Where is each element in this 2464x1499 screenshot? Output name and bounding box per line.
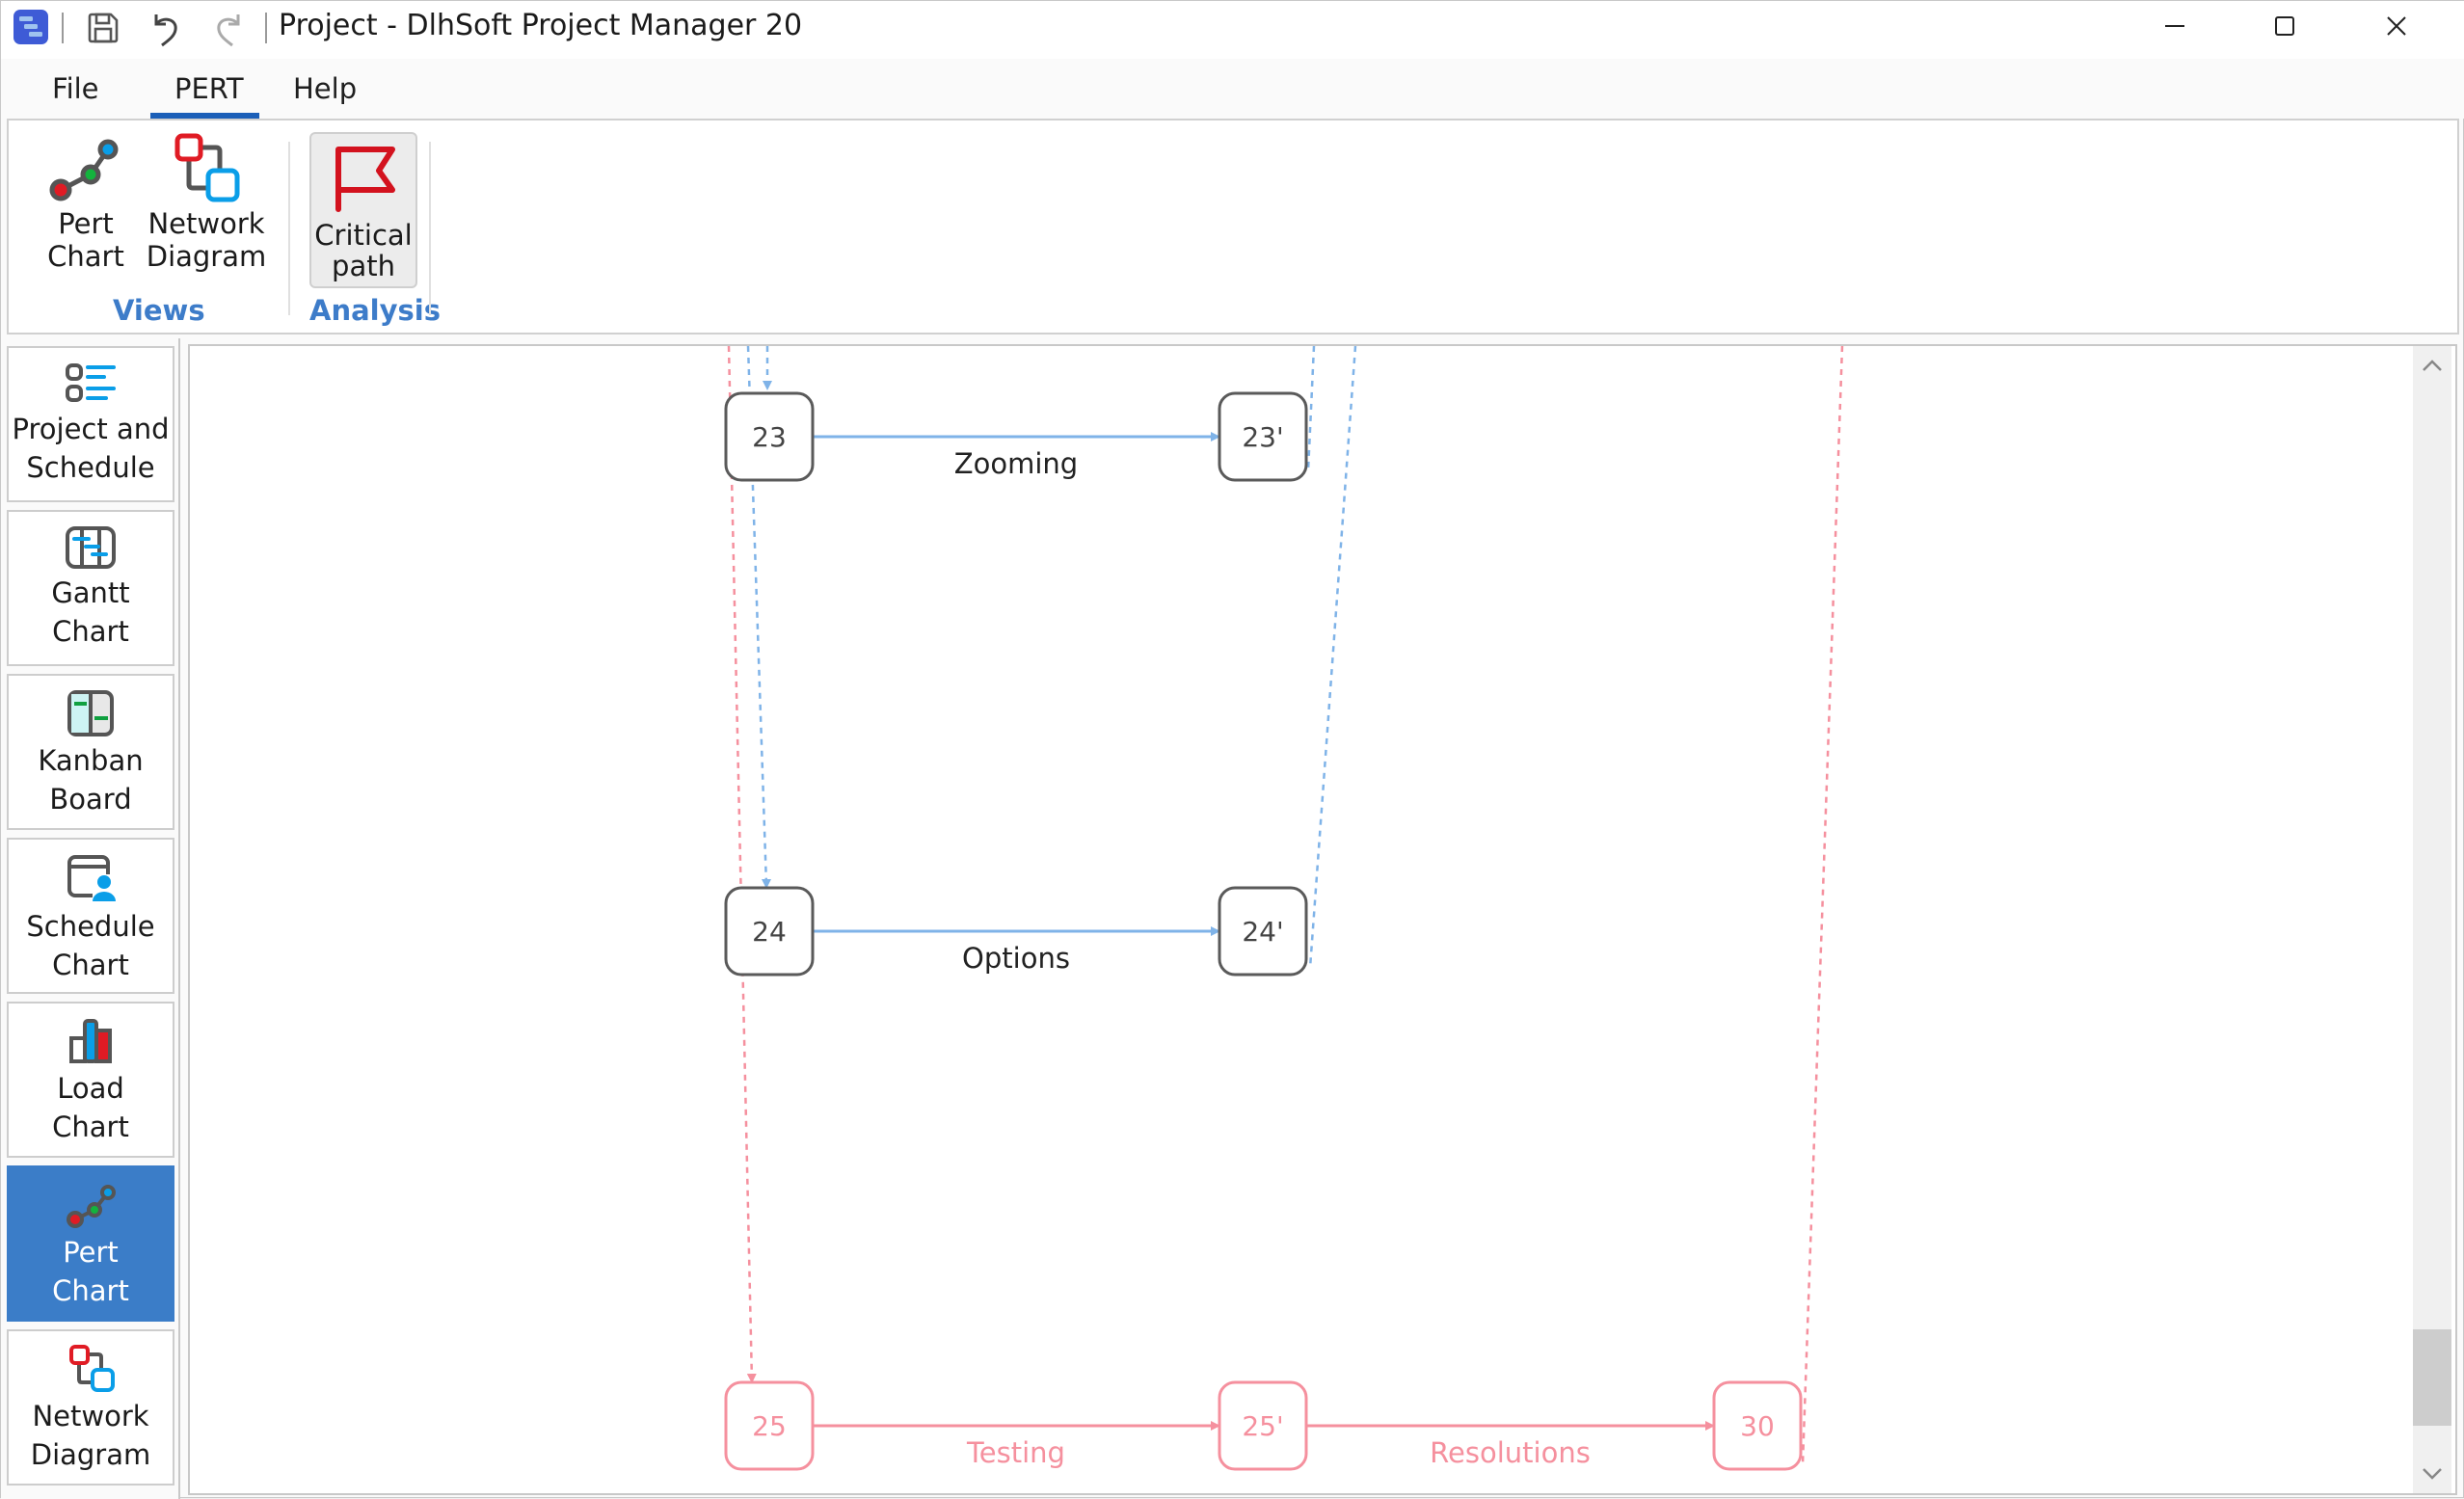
- ribbon-network-diagram-button[interactable]: Network Diagram: [144, 130, 269, 273]
- label: Schedule: [26, 451, 155, 484]
- gantt-chart-icon: [66, 526, 116, 569]
- close-button[interactable]: [2343, 1, 2450, 51]
- label: Diagram: [30, 1438, 151, 1471]
- chevron-down-icon: [2423, 1468, 2442, 1480]
- redo-icon[interactable]: [211, 11, 246, 51]
- group-label-views: Views: [113, 294, 205, 327]
- schedule-chart-icon: [67, 855, 116, 901]
- label: Pert: [63, 1236, 119, 1269]
- pert-chart-icon: [49, 139, 119, 201]
- tab-help[interactable]: Help: [293, 72, 357, 105]
- task-label: Resolutions: [1430, 1436, 1591, 1469]
- label: Load: [57, 1072, 124, 1105]
- pert-diagram: Zooming Options Testing Resolutions 23 23' 24…: [724, 346, 1844, 1471]
- label: Board: [49, 783, 132, 816]
- event-node[interactable]: 23: [724, 391, 815, 482]
- sidebar-item-pert-chart[interactable]: Pert Chart: [7, 1165, 174, 1322]
- event-node[interactable]: 30: [1712, 1380, 1803, 1471]
- pert-chart-canvas[interactable]: Zooming Options Testing Resolutions 23 23' 24…: [188, 344, 2457, 1495]
- maximize-button[interactable]: [2232, 1, 2338, 51]
- project-schedule-icon: [66, 363, 116, 402]
- event-node[interactable]: 24': [1218, 886, 1308, 977]
- scroll-down-button[interactable]: [2413, 1455, 2451, 1493]
- network-diagram-icon: [174, 133, 240, 202]
- dependency-link: [1801, 346, 1844, 1465]
- task-label: Options: [962, 942, 1070, 975]
- label: Chart: [52, 949, 129, 981]
- label: path: [332, 250, 395, 282]
- critical-path-toggle[interactable]: Critical path: [309, 132, 417, 288]
- scrollbar-thumb[interactable]: [2413, 1328, 2451, 1426]
- node-label: 25: [752, 1410, 787, 1442]
- maximize-icon: [2275, 16, 2294, 36]
- separator: [62, 13, 64, 43]
- tab-pert[interactable]: PERT: [174, 72, 244, 105]
- pert-chart-icon: [67, 1185, 116, 1228]
- label: Chart: [52, 1111, 129, 1143]
- sidebar-item-network-diagram[interactable]: Network Diagram: [7, 1329, 174, 1486]
- label: Chart: [52, 615, 129, 648]
- menu-bar: File PERT Help: [1, 59, 2464, 119]
- group-separator: [288, 142, 290, 315]
- label: Chart: [47, 240, 124, 273]
- node-label: 23': [1242, 421, 1283, 453]
- group-separator: [429, 142, 431, 315]
- node-label: 25': [1242, 1410, 1283, 1442]
- title-bar: Project - DlhSoft Project Manager 20: [1, 1, 2464, 59]
- view-sidebar: Project and Schedule Gantt Chart Kanban …: [1, 338, 180, 1499]
- label: Chart: [52, 1274, 129, 1307]
- tab-file[interactable]: File: [52, 72, 99, 105]
- minimize-button[interactable]: [2122, 1, 2228, 51]
- dependency-link: [1306, 346, 1316, 472]
- dependency-link: [1308, 346, 1357, 969]
- sidebar-item-gantt-chart[interactable]: Gantt Chart: [7, 510, 174, 666]
- undo-icon[interactable]: [148, 11, 183, 51]
- task-label: Testing: [966, 1436, 1065, 1469]
- event-node[interactable]: 25': [1218, 1380, 1308, 1471]
- label: Schedule: [26, 910, 155, 943]
- label: Kanban: [38, 744, 144, 777]
- label: Pert: [58, 207, 114, 240]
- event-node[interactable]: 23': [1218, 391, 1308, 482]
- app-window: Project - DlhSoft Project Manager 20 Fil…: [0, 0, 2464, 1499]
- node-label: 23: [752, 421, 787, 453]
- flag-icon: [335, 147, 395, 212]
- chevron-up-icon: [2423, 360, 2442, 371]
- event-node[interactable]: 24: [724, 886, 815, 977]
- label: Project and: [12, 413, 170, 445]
- label: Critical: [314, 219, 413, 252]
- app-icon[interactable]: [13, 9, 49, 49]
- task-label: Zooming: [954, 447, 1078, 480]
- sidebar-item-kanban-board[interactable]: Kanban Board: [7, 674, 174, 830]
- window-title: Project - DlhSoft Project Manager 20: [279, 9, 803, 42]
- vertical-scrollbar[interactable]: [2413, 346, 2451, 1493]
- ribbon-pert-chart-button[interactable]: Pert Chart: [38, 130, 134, 273]
- label: Network: [147, 207, 265, 240]
- sidebar-item-load-chart[interactable]: Load Chart: [7, 1002, 174, 1158]
- separator: [265, 13, 267, 43]
- kanban-board-icon: [67, 690, 114, 736]
- close-icon: [2387, 16, 2406, 36]
- label: Gantt: [51, 576, 130, 609]
- sidebar-item-project-and-schedule[interactable]: Project and Schedule: [7, 346, 174, 502]
- network-diagram-icon: [69, 1345, 115, 1392]
- ribbon: Pert Chart Network Diagram Views Critica…: [7, 119, 2459, 335]
- event-node[interactable]: 25: [724, 1380, 815, 1471]
- node-label: 24: [752, 916, 787, 948]
- label: Diagram: [146, 240, 267, 273]
- load-chart-icon: [69, 1019, 112, 1063]
- node-label: 24': [1242, 916, 1283, 948]
- dependency-link: [727, 346, 757, 1383]
- label: Network: [32, 1400, 149, 1432]
- group-label-analysis: Analysis: [309, 294, 441, 327]
- sidebar-item-schedule-chart[interactable]: Schedule Chart: [7, 838, 174, 994]
- node-label: 30: [1740, 1410, 1775, 1442]
- scroll-up-button[interactable]: [2413, 346, 2451, 385]
- save-icon[interactable]: [86, 11, 121, 49]
- minimize-icon: [2165, 25, 2184, 27]
